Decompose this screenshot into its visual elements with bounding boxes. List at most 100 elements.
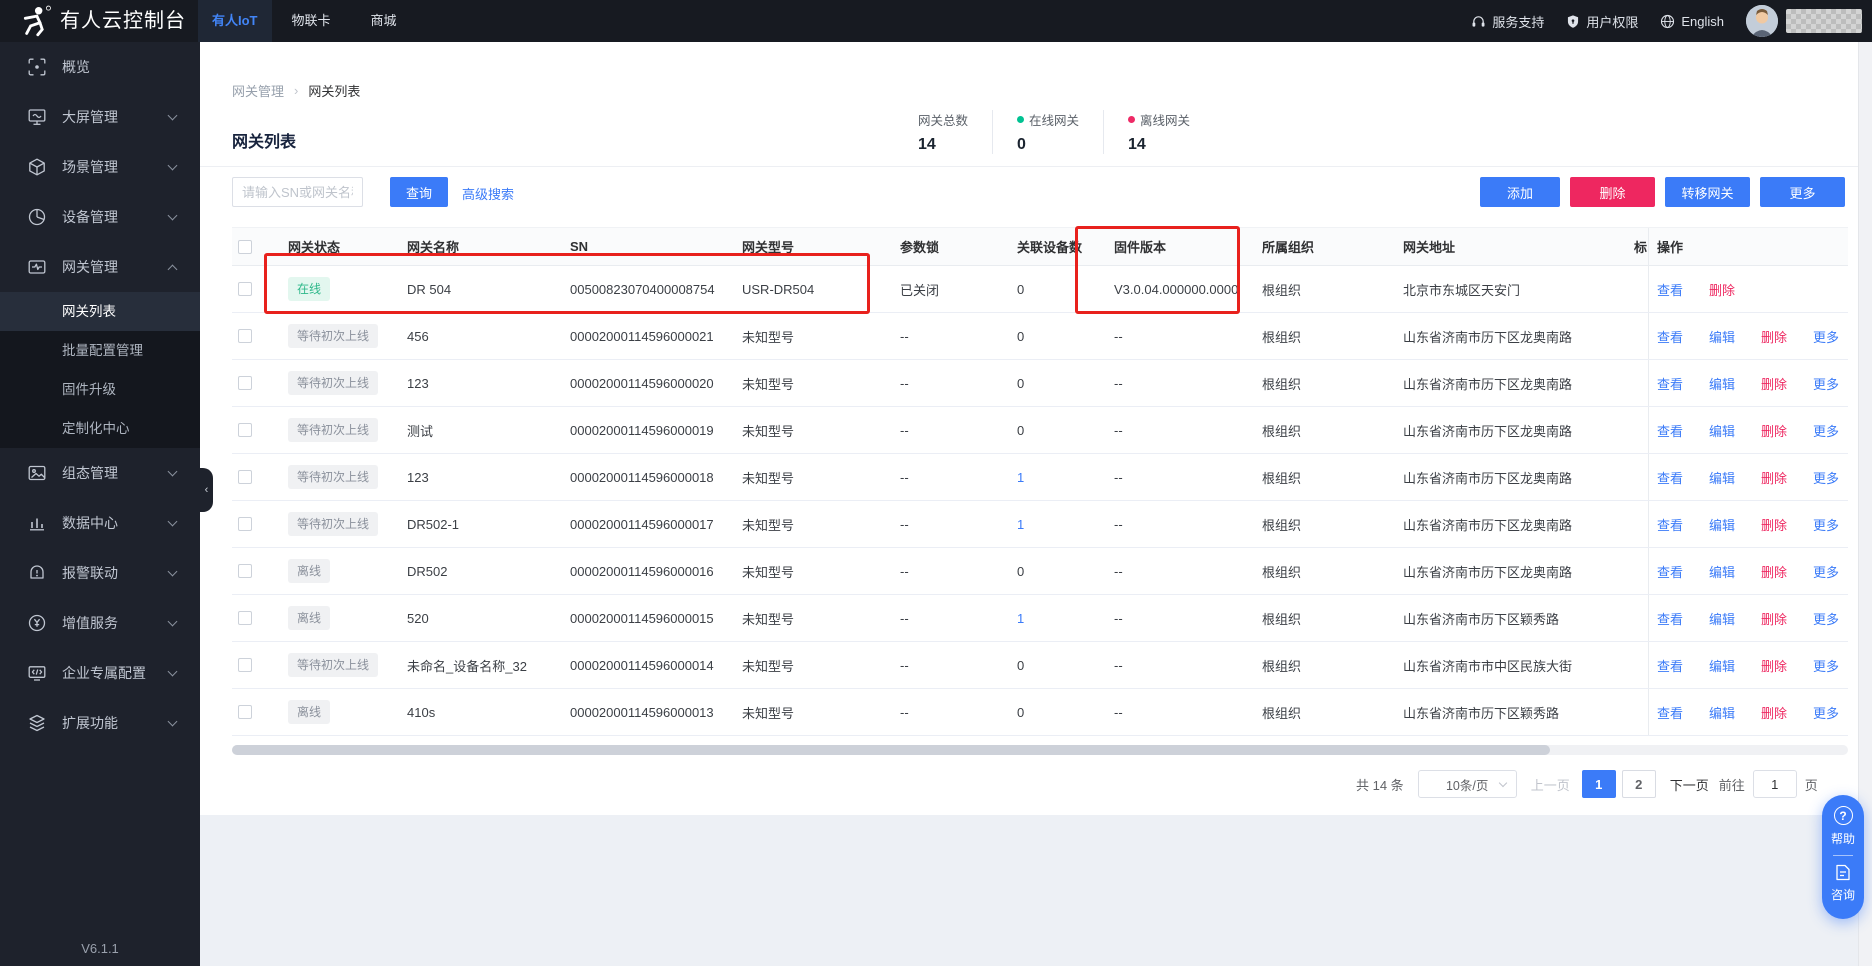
action-link-2[interactable]: 更多 <box>1813 374 1839 393</box>
language-switch[interactable]: English <box>1660 14 1724 29</box>
action-delete-5[interactable]: 删除 <box>1761 515 1787 534</box>
action-delete-2[interactable]: 删除 <box>1761 374 1787 393</box>
page-button-1[interactable]: 1 <box>1582 770 1616 798</box>
row-checkbox[interactable] <box>238 658 252 672</box>
action-delete-6[interactable]: 删除 <box>1761 562 1787 581</box>
help-label[interactable]: 帮助 <box>1831 830 1855 847</box>
action-delete-1[interactable]: 删除 <box>1761 327 1787 346</box>
stat-total-value: 14 <box>918 136 968 154</box>
cell-firmware: -- <box>1112 423 1262 438</box>
search-input[interactable] <box>232 177 363 207</box>
row-checkbox[interactable] <box>238 564 252 578</box>
sidebar-item-firmware-upgrade[interactable]: 固件升级 <box>0 370 200 409</box>
delete-button[interactable]: 删除 <box>1570 177 1655 207</box>
sidebar-item-configuration-mgmt[interactable]: 组态管理 <box>0 448 200 498</box>
consult-doc-icon[interactable] <box>1835 864 1851 881</box>
more-button[interactable]: 更多 <box>1760 177 1845 207</box>
horizontal-scrollbar-thumb[interactable] <box>232 745 1550 755</box>
row-checkbox[interactable] <box>238 376 252 390</box>
sidebar-item-device-mgmt[interactable]: 设备管理 <box>0 192 200 242</box>
row-checkbox[interactable] <box>238 282 252 296</box>
row-checkbox[interactable] <box>238 470 252 484</box>
action-delete-9[interactable]: 删除 <box>1761 703 1787 722</box>
action-link-4[interactable]: 更多 <box>1813 468 1839 487</box>
user-avatar[interactable] <box>1746 5 1778 37</box>
sidebar-item-customization-center[interactable]: 定制化中心 <box>0 409 200 448</box>
tab-mall[interactable]: 商城 <box>351 0 417 42</box>
action-link-1[interactable]: 更多 <box>1813 327 1839 346</box>
action-delete-3[interactable]: 删除 <box>1761 421 1787 440</box>
action-link-1[interactable]: 编辑 <box>1709 327 1735 346</box>
help-question-icon[interactable]: ? <box>1834 806 1853 825</box>
action-link-1[interactable]: 查看 <box>1657 327 1683 346</box>
action-link-7[interactable]: 更多 <box>1813 609 1839 628</box>
action-link-5[interactable]: 更多 <box>1813 515 1839 534</box>
user-permission-link[interactable]: 用户权限 <box>1566 12 1638 31</box>
goto-page-input[interactable] <box>1753 770 1797 798</box>
tab-usr-iot[interactable]: 有人IoT <box>198 0 272 42</box>
service-support-link[interactable]: 服务支持 <box>1471 12 1544 31</box>
action-delete-7[interactable]: 删除 <box>1761 609 1787 628</box>
sidebar-collapse-handle[interactable]: ‹ <box>200 468 213 512</box>
action-link-8[interactable]: 编辑 <box>1709 656 1735 675</box>
sidebar-item-batch-config[interactable]: 批量配置管理 <box>0 331 200 370</box>
sidebar-item-gateway-mgmt[interactable]: 网关管理 <box>0 242 200 292</box>
row-checkbox[interactable] <box>238 423 252 437</box>
cell-device_count: 1 <box>1011 517 1112 532</box>
prev-page-button[interactable]: 上一页 <box>1531 775 1570 794</box>
action-link-5[interactable]: 编辑 <box>1709 515 1735 534</box>
cell-sn: 00002000114596000019 <box>570 423 742 438</box>
action-link-4[interactable]: 编辑 <box>1709 468 1735 487</box>
sidebar-item-enterprise-config[interactable]: 企业专属配置 <box>0 648 200 698</box>
select-all-checkbox[interactable] <box>238 240 252 254</box>
tab-iot-card[interactable]: 物联卡 <box>272 0 351 42</box>
cell-device_count: 0 <box>1011 658 1112 673</box>
consult-label[interactable]: 咨询 <box>1831 886 1855 903</box>
action-link-7[interactable]: 查看 <box>1657 609 1683 628</box>
action-link-9[interactable]: 更多 <box>1813 703 1839 722</box>
sidebar-item-overview[interactable]: 概览 <box>0 42 200 92</box>
row-checkbox[interactable] <box>238 329 252 343</box>
sidebar-item-gateway-list[interactable]: 网关列表 <box>0 292 200 331</box>
action-delete-4[interactable]: 删除 <box>1761 468 1787 487</box>
search-button[interactable]: 查询 <box>390 177 448 207</box>
breadcrumb-parent[interactable]: 网关管理 <box>232 81 284 100</box>
action-link-3[interactable]: 更多 <box>1813 421 1839 440</box>
action-link-3[interactable]: 编辑 <box>1709 421 1735 440</box>
row-checkbox[interactable] <box>238 517 252 531</box>
action-link-9[interactable]: 编辑 <box>1709 703 1735 722</box>
action-link-4[interactable]: 查看 <box>1657 468 1683 487</box>
device-count[interactable]: 1 <box>1017 470 1112 485</box>
sidebar-item-value-added-services[interactable]: 增值服务 <box>0 598 200 648</box>
row-checkbox[interactable] <box>238 611 252 625</box>
sidebar-item-extensions[interactable]: 扩展功能 <box>0 698 200 748</box>
action-link-6[interactable]: 查看 <box>1657 562 1683 581</box>
add-button[interactable]: 添加 <box>1480 177 1560 207</box>
row-checkbox[interactable] <box>238 705 252 719</box>
advanced-search-link[interactable]: 高级搜索 <box>462 184 514 203</box>
page-button-2[interactable]: 2 <box>1622 770 1656 798</box>
action-link-7[interactable]: 编辑 <box>1709 609 1735 628</box>
action-link-9[interactable]: 查看 <box>1657 703 1683 722</box>
action-link-8[interactable]: 查看 <box>1657 656 1683 675</box>
action-delete-8[interactable]: 删除 <box>1761 656 1787 675</box>
action-delete-0[interactable]: 删除 <box>1709 280 1735 299</box>
action-link-3[interactable]: 查看 <box>1657 421 1683 440</box>
action-link-5[interactable]: 查看 <box>1657 515 1683 534</box>
action-link-0[interactable]: 查看 <box>1657 280 1683 299</box>
horizontal-scrollbar[interactable] <box>232 745 1848 755</box>
action-link-6[interactable]: 编辑 <box>1709 562 1735 581</box>
device-count[interactable]: 1 <box>1017 611 1112 626</box>
device-count[interactable]: 1 <box>1017 517 1112 532</box>
action-link-6[interactable]: 更多 <box>1813 562 1839 581</box>
transfer-gateway-button[interactable]: 转移网关 <box>1665 177 1750 207</box>
sidebar-item-data-center[interactable]: 数据中心 <box>0 498 200 548</box>
page-size-select[interactable]: 10条/页 <box>1418 770 1517 798</box>
sidebar-item-screen-mgmt[interactable]: 大屏管理 <box>0 92 200 142</box>
action-link-2[interactable]: 编辑 <box>1709 374 1735 393</box>
sidebar-item-alarm-linkage[interactable]: 报警联动 <box>0 548 200 598</box>
next-page-button[interactable]: 下一页 <box>1670 775 1709 794</box>
action-link-8[interactable]: 更多 <box>1813 656 1839 675</box>
sidebar-item-scene-mgmt[interactable]: 场景管理 <box>0 142 200 192</box>
action-link-2[interactable]: 查看 <box>1657 374 1683 393</box>
